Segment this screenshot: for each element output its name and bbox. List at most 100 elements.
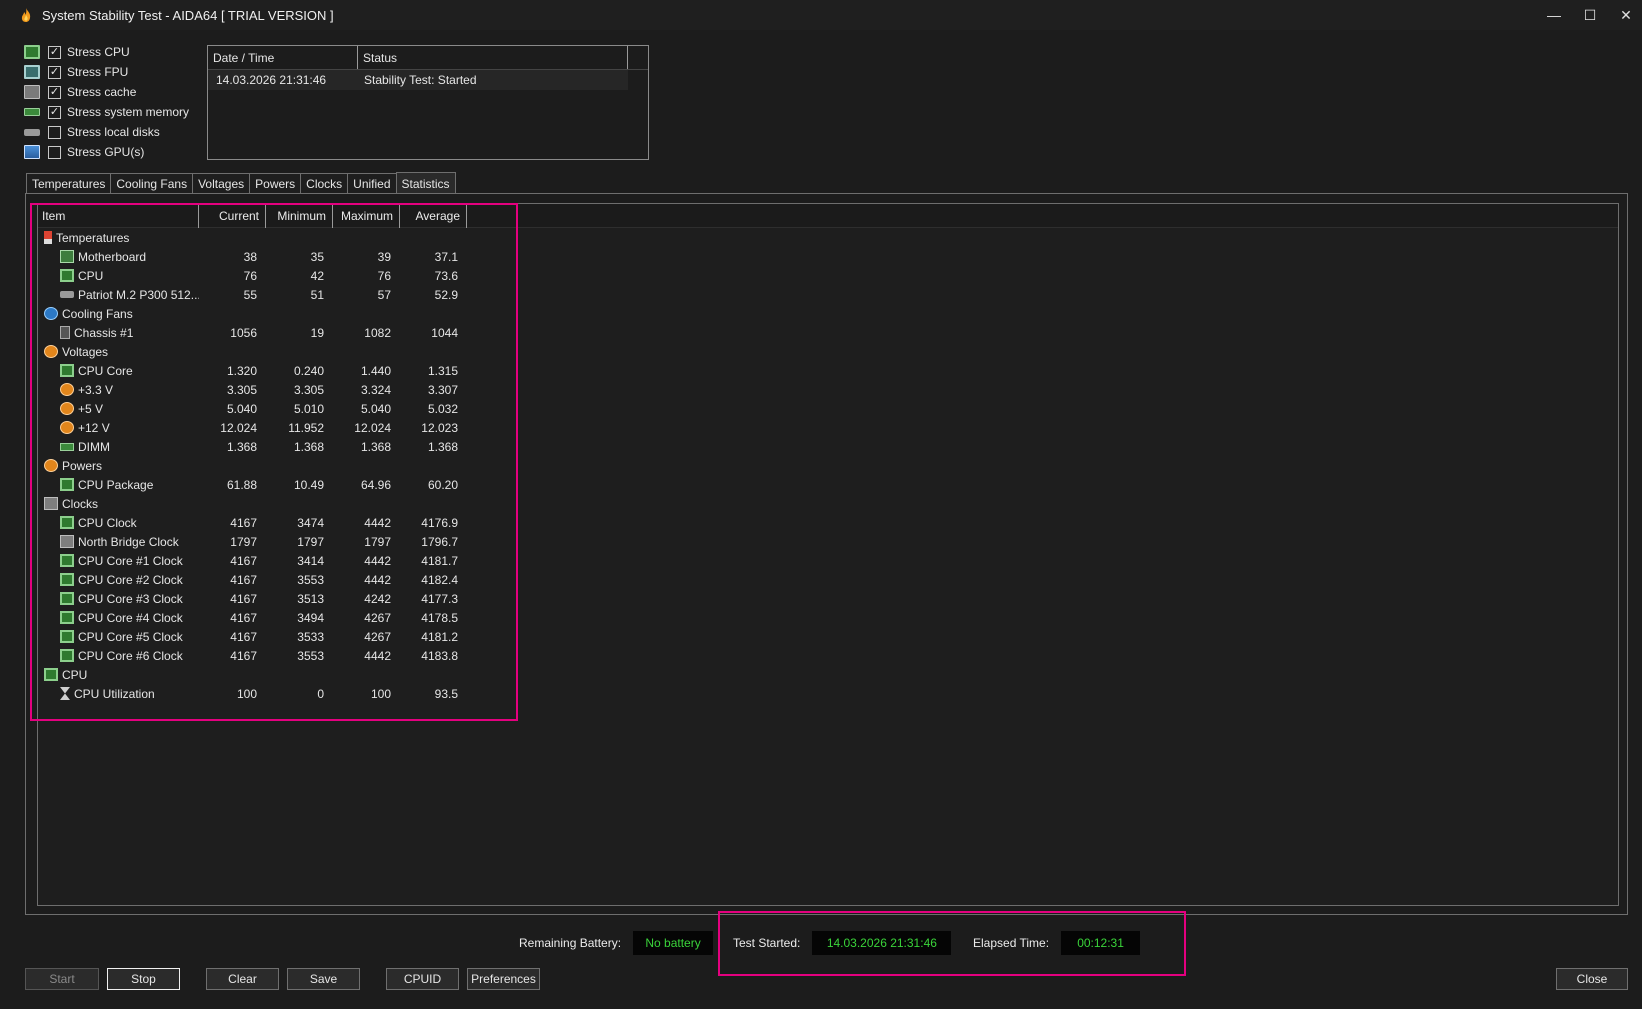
tab-statistics[interactable]: Statistics (395, 172, 456, 194)
average-value: 5.032 (427, 401, 458, 416)
current-value: 4167 (230, 648, 257, 663)
stop-button[interactable]: Stop (107, 968, 180, 990)
voltage-icon (60, 421, 74, 434)
stress-option-cpu[interactable]: ✓ Stress CPU (24, 42, 189, 62)
close-button[interactable]: Close (1556, 968, 1628, 990)
stats-group-row[interactable]: Temperatures (38, 228, 518, 247)
minimum-value: 3.305 (293, 382, 324, 397)
stats-item-row[interactable]: CPU Utilization 100 0 100 93.5 (38, 684, 518, 703)
stress-cpu-checkbox[interactable]: ✓ (48, 45, 61, 59)
stats-item-row[interactable]: Patriot M.2 P300 512... 55 51 57 52.9 (38, 285, 518, 304)
item-label: CPU Clock (78, 515, 137, 530)
tab-powers[interactable]: Powers (249, 173, 301, 194)
stats-item-row[interactable]: North Bridge Clock 1797 1797 1797 1796.7 (38, 532, 518, 551)
stats-item-row[interactable]: CPU Package 61.88 10.49 64.96 60.20 (38, 475, 518, 494)
stress-gpu-checkbox[interactable] (48, 145, 61, 159)
stress-cache-checkbox[interactable]: ✓ (48, 85, 61, 99)
log-table[interactable]: Date / Time Status 14.03.2026 21:31:46 S… (207, 45, 649, 160)
memory-icon (24, 108, 40, 116)
stress-options: ✓ Stress CPU ✓ Stress FPU ✓ Stress cache… (24, 42, 189, 162)
stats-item-row[interactable]: CPU Core 1.320 0.240 1.440 1.315 (38, 361, 518, 380)
stress-option-cache[interactable]: ✓ Stress cache (24, 82, 189, 102)
tab-temperatures[interactable]: Temperatures (26, 173, 111, 194)
maximum-value: 4242 (364, 591, 391, 606)
stress-fpu-checkbox[interactable]: ✓ (48, 65, 61, 79)
window-title: System Stability Test - AIDA64 [ TRIAL V… (42, 7, 334, 23)
col-header-item[interactable]: Item (38, 204, 199, 228)
stats-group-row[interactable]: Voltages (38, 342, 518, 361)
stats-item-row[interactable]: CPU Core #4 Clock 4167 3494 4267 4178.5 (38, 608, 518, 627)
col-header-average[interactable]: Average (400, 204, 467, 228)
tab-voltages[interactable]: Voltages (192, 173, 250, 194)
maximum-value: 1797 (364, 534, 391, 549)
start-button[interactable]: Start (25, 968, 99, 990)
stress-option-fpu[interactable]: ✓ Stress FPU (24, 62, 189, 82)
stats-item-row[interactable]: +12 V 12.024 11.952 12.024 12.023 (38, 418, 518, 437)
stats-item-row[interactable]: DIMM 1.368 1.368 1.368 1.368 (38, 437, 518, 456)
fpu-chip-icon (24, 65, 40, 79)
col-header-minimum[interactable]: Minimum (266, 204, 333, 228)
save-button[interactable]: Save (287, 968, 360, 990)
cpu-icon (60, 573, 74, 586)
average-value: 73.6 (434, 268, 458, 283)
clear-button[interactable]: Clear (206, 968, 279, 990)
stats-item-row[interactable]: +5 V 5.040 5.010 5.040 5.032 (38, 399, 518, 418)
stats-item-row[interactable]: CPU Core #5 Clock 4167 3533 4267 4181.2 (38, 627, 518, 646)
col-header-maximum[interactable]: Maximum (333, 204, 400, 228)
cpuid-button[interactable]: CPUID (386, 968, 459, 990)
fan-icon (44, 307, 58, 320)
stress-disks-checkbox[interactable] (48, 125, 61, 139)
stats-group-row[interactable]: Powers (38, 456, 518, 475)
col-header-current[interactable]: Current (199, 204, 266, 228)
thermometer-icon (44, 231, 52, 244)
tab-clocks[interactable]: Clocks (300, 173, 348, 194)
minimize-button[interactable]: — (1536, 0, 1572, 30)
current-value: 1056 (230, 325, 257, 340)
aida64-flame-icon (21, 8, 31, 22)
power-icon (44, 459, 58, 472)
stats-item-row[interactable]: CPU 76 42 76 73.6 (38, 266, 518, 285)
stats-item-row[interactable]: CPU Clock 4167 3474 4442 4176.9 (38, 513, 518, 532)
tab-cooling-fans[interactable]: Cooling Fans (110, 173, 193, 194)
log-row[interactable]: 14.03.2026 21:31:46 Stability Test: Star… (208, 70, 628, 90)
current-value: 4167 (230, 572, 257, 587)
maximize-button[interactable]: ☐ (1572, 0, 1608, 30)
group-label: Cooling Fans (62, 306, 133, 321)
average-value: 4177.3 (421, 591, 458, 606)
stress-option-memory[interactable]: ✓ Stress system memory (24, 102, 189, 122)
log-header-status[interactable]: Status (358, 46, 628, 69)
average-value: 4178.5 (421, 610, 458, 625)
maximum-value: 39 (377, 249, 391, 264)
stats-item-row[interactable]: Motherboard 38 35 39 37.1 (38, 247, 518, 266)
item-label: CPU Core #3 Clock (78, 591, 183, 606)
log-header-datetime[interactable]: Date / Time (208, 46, 358, 69)
stress-option-gpu[interactable]: Stress GPU(s) (24, 142, 189, 162)
maximum-value: 4267 (364, 610, 391, 625)
minimum-value: 3414 (297, 553, 324, 568)
preferences-button[interactable]: Preferences (467, 968, 540, 990)
stats-group-row[interactable]: Cooling Fans (38, 304, 518, 323)
statistics-table[interactable]: Item Current Minimum Maximum Average Tem… (37, 203, 1619, 906)
average-value: 1.315 (427, 363, 458, 378)
maximum-value: 57 (377, 287, 391, 302)
maximum-value: 4442 (364, 553, 391, 568)
stress-option-disks[interactable]: Stress local disks (24, 122, 189, 142)
stats-item-row[interactable]: CPU Core #2 Clock 4167 3553 4442 4182.4 (38, 570, 518, 589)
stats-group-row[interactable]: CPU (38, 665, 518, 684)
test-started-label: Test Started: (733, 936, 801, 950)
close-window-button[interactable]: ✕ (1608, 0, 1642, 30)
stress-memory-checkbox[interactable]: ✓ (48, 105, 61, 119)
minimum-value: 11.952 (288, 420, 324, 435)
stats-item-row[interactable]: CPU Core #6 Clock 4167 3553 4442 4183.8 (38, 646, 518, 665)
item-label: CPU Core #1 Clock (78, 553, 183, 568)
stats-item-row[interactable]: CPU Core #1 Clock 4167 3414 4442 4181.7 (38, 551, 518, 570)
tab-unified[interactable]: Unified (347, 173, 396, 194)
stats-group-row[interactable]: Clocks (38, 494, 518, 513)
minimum-value: 3553 (297, 648, 324, 663)
title-bar: System Stability Test - AIDA64 [ TRIAL V… (0, 0, 1642, 30)
stats-item-row[interactable]: Chassis #1 1056 19 1082 1044 (38, 323, 518, 342)
stats-item-row[interactable]: CPU Core #3 Clock 4167 3513 4242 4177.3 (38, 589, 518, 608)
maximum-value: 12.024 (354, 420, 391, 435)
stats-item-row[interactable]: +3.3 V 3.305 3.305 3.324 3.307 (38, 380, 518, 399)
current-value: 4167 (230, 553, 257, 568)
